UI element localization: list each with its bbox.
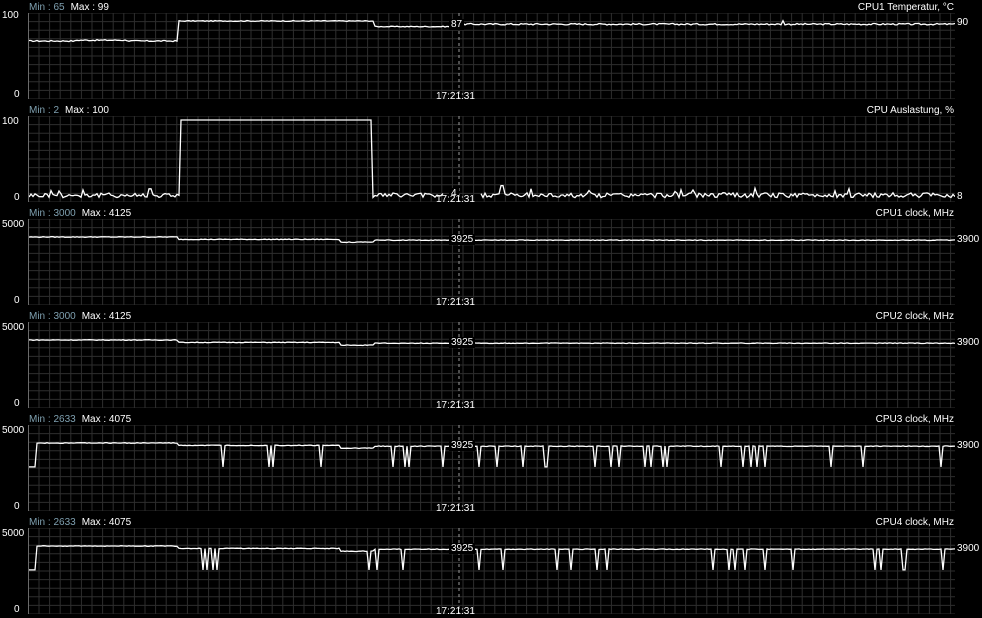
cursor-value-label: 3925 [449,234,476,246]
chart-panel: Min : 2633 Max : 4075 CPU4 clock, MHz 5000 0… [0,515,982,618]
chart-plot-area[interactable] [28,13,955,99]
cursor-time-label: 17:21:31 [436,194,475,205]
cursor-time-label: 17:21:31 [436,297,475,308]
y-axis-max-label: 5000 [2,322,25,333]
current-value-label: 3900 [957,440,980,452]
y-axis-min-label: 0 [14,89,20,100]
min-max-label: Min : 3000 Max : 4125 [29,208,131,219]
y-axis-max-label: 100 [2,10,19,21]
cursor-time-label: 17:21:31 [436,503,475,514]
cursor-value-label: 87 [449,18,465,30]
cursor-time-label: 17:21:31 [436,400,475,411]
cursor-time-label: 17:21:31 [436,91,475,102]
max-value: Max : 4075 [81,517,132,528]
y-axis-min-label: 0 [14,295,20,306]
chart-plot-area[interactable] [28,425,955,511]
chart-panel: Min : 3000 Max : 4125 CPU1 clock, MHz 5000 0… [0,206,982,309]
chart-title: CPU Auslastung, % [866,105,954,116]
min-max-label: Min : 2633 Max : 4075 [29,414,131,425]
y-axis-min-label: 0 [14,501,20,512]
chart-svg [29,528,955,614]
min-value: Min : 2 [29,105,60,116]
series-line [29,236,955,244]
chart-svg [29,219,955,305]
min-value: Min : 2633 [29,517,76,528]
min-max-label: Min : 65 Max : 99 [29,2,109,13]
y-axis-max-label: 5000 [2,219,25,230]
y-axis-max-label: 100 [2,116,19,127]
max-value: Max : 4075 [81,414,132,425]
chart-title: CPU1 clock, MHz [875,208,954,219]
chart-plot-area[interactable] [28,322,955,408]
chart-title: CPU1 Temperatur, °C [857,2,954,13]
min-value: Min : 65 [29,2,65,13]
chart-plot-area[interactable] [28,116,955,202]
chart-panel: Min : 2 Max : 100 CPU Auslastung, % 100 0 8 4 1… [0,103,982,206]
min-max-label: Min : 3000 Max : 4125 [29,311,131,322]
y-axis-min-label: 0 [14,604,20,615]
series-line [29,339,955,347]
chart-panel: Min : 2633 Max : 4075 CPU3 clock, MHz 5000 0… [0,412,982,515]
chart-panel: Min : 65 Max : 99 CPU1 Temperatur, °C 100 0 9… [0,0,982,103]
min-max-label: Min : 2 Max : 100 [29,105,109,116]
min-value: Min : 3000 [29,208,76,219]
y-axis-min-label: 0 [14,192,20,203]
cursor-time-label: 17:21:31 [436,606,475,617]
chart-title: CPU3 clock, MHz [875,414,954,425]
chart-panel: Min : 3000 Max : 4125 CPU2 clock, MHz 5000 0… [0,309,982,412]
max-value: Max : 4125 [81,311,132,322]
chart-svg [29,116,955,202]
series-line [29,442,955,468]
current-value-label: 90 [957,17,969,29]
max-value: Max : 99 [70,2,109,13]
y-axis-min-label: 0 [14,398,20,409]
chart-svg [29,13,955,99]
cursor-value-label: 3925 [449,337,476,349]
y-axis-max-label: 5000 [2,425,25,436]
current-value-label: 8 [957,190,963,202]
chart-plot-area[interactable] [28,528,955,614]
cursor-value-label: 3925 [449,542,476,554]
current-value-label: 3900 [957,337,980,349]
chart-plot-area[interactable] [28,219,955,305]
min-max-label: Min : 2633 Max : 4075 [29,517,131,528]
chart-title: CPU4 clock, MHz [875,517,954,528]
min-value: Min : 3000 [29,311,76,322]
y-axis-max-label: 5000 [2,528,25,539]
cursor-value-label: 3925 [449,440,476,452]
current-value-label: 3900 [957,542,980,554]
max-value: Max : 100 [65,105,109,116]
chart-svg [29,425,955,511]
chart-title: CPU2 clock, MHz [875,311,954,322]
max-value: Max : 4125 [81,208,132,219]
series-line [29,545,955,571]
current-value-label: 3900 [957,233,980,245]
chart-svg [29,322,955,408]
min-value: Min : 2633 [29,414,76,425]
